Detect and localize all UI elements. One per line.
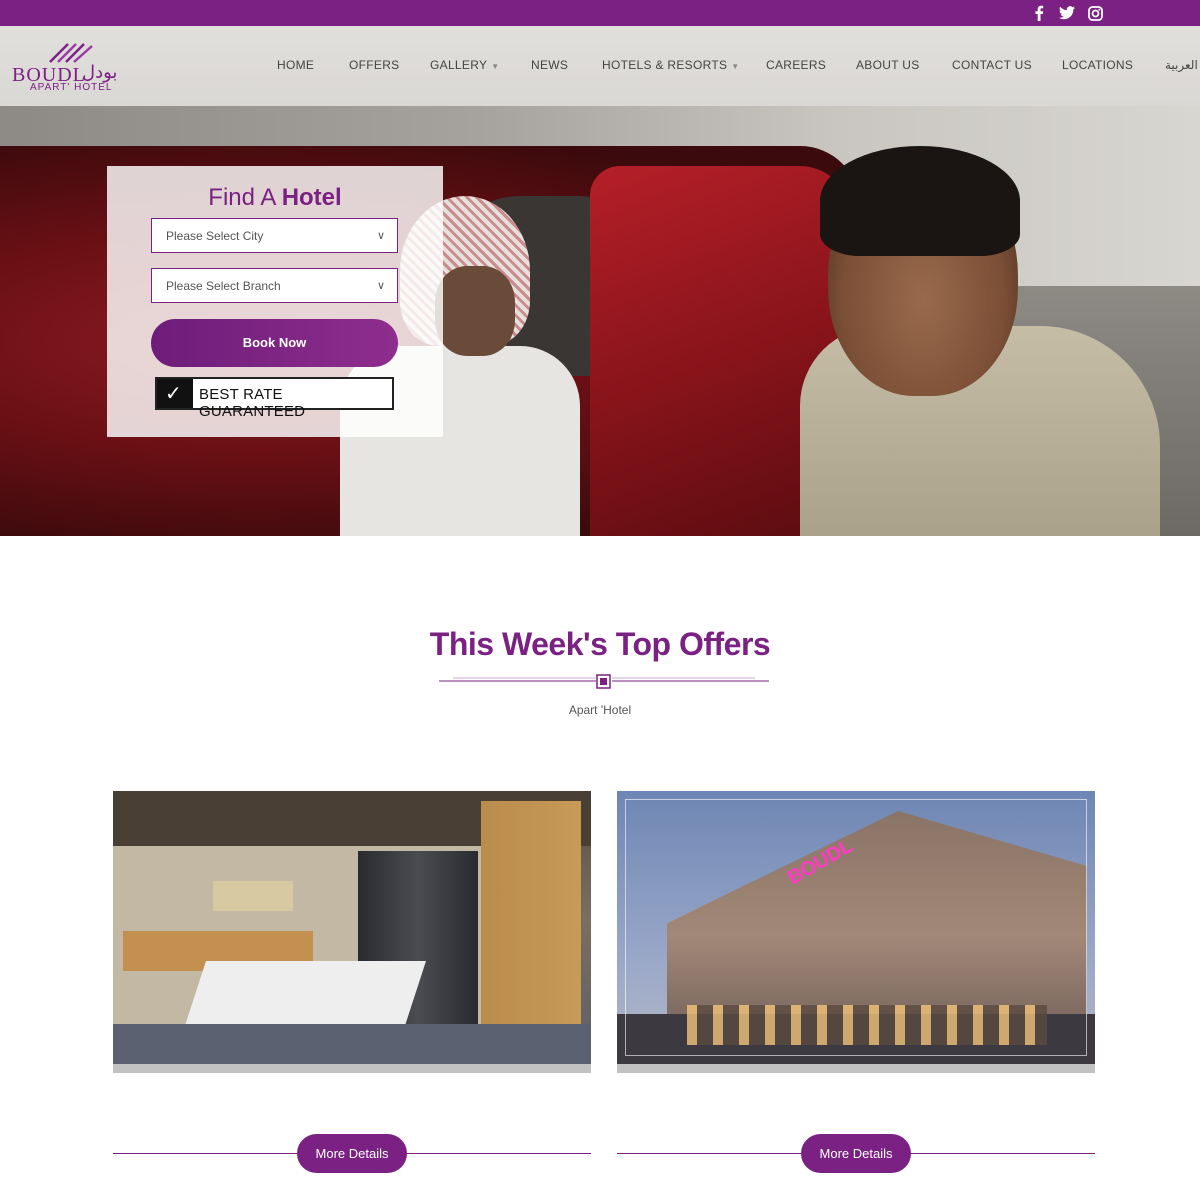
facebook-icon[interactable] xyxy=(1030,4,1048,22)
nav-offers[interactable]: OFFERS xyxy=(349,58,399,72)
nav-label: LOCATIONS xyxy=(1062,58,1134,72)
nav-label: HOME xyxy=(277,58,315,72)
checkmark-icon xyxy=(157,379,193,408)
nav-label: NEWS xyxy=(531,58,569,72)
nav-locations[interactable]: LOCATIONS xyxy=(1062,58,1133,72)
best-rate-text: BEST RATE GUARANTEED xyxy=(199,386,306,420)
nav-home[interactable]: HOME xyxy=(277,58,314,72)
concierge-figure xyxy=(800,146,1160,536)
more-details-button[interactable]: More Details xyxy=(297,1134,407,1173)
title-bold: Top Offers xyxy=(615,626,771,662)
more-details-button[interactable]: More Details xyxy=(801,1134,911,1173)
branch-select[interactable]: Please Select Branch ∨ xyxy=(151,268,398,303)
hotel-room-photo xyxy=(113,791,591,1073)
offer-card-room[interactable] xyxy=(113,791,591,1073)
brand-tagline: APART' HOTEL xyxy=(30,82,113,93)
nav-contact-us[interactable]: CONTACT US xyxy=(952,58,1032,72)
nav-label: CAREERS xyxy=(766,58,827,72)
find-hotel-title: Find A Hotel xyxy=(107,184,443,212)
nav-gallery[interactable]: GALLERY ▼ xyxy=(430,58,499,72)
chevron-down-icon: ∨ xyxy=(376,230,385,242)
nav-careers[interactable]: CAREERS xyxy=(766,58,826,72)
best-rate-badge: BEST RATE GUARANTEED xyxy=(155,377,394,420)
nav-arabic-language[interactable]: العربية xyxy=(1165,58,1198,72)
city-select[interactable]: Please Select City ∨ xyxy=(151,218,398,253)
branch-select-value: Please Select Branch xyxy=(166,279,281,293)
chevron-down-icon: ∨ xyxy=(376,280,385,292)
nav-label: العربية xyxy=(1165,58,1198,72)
nav-about-us[interactable]: ABOUT US xyxy=(856,58,920,72)
twitter-icon[interactable] xyxy=(1058,4,1076,22)
social-links xyxy=(1030,4,1104,22)
top-bar xyxy=(0,0,1200,26)
city-select-value: Please Select City xyxy=(166,229,264,243)
find-hotel-panel: Find A Hotel Please Select City ∨ Please… xyxy=(107,166,443,437)
offers-title: This Week's Top Offers xyxy=(0,626,1200,663)
book-now-button[interactable]: Book Now xyxy=(151,319,398,367)
nav-label: ABOUT US xyxy=(856,58,920,72)
nav-label: CONTACT US xyxy=(952,58,1032,72)
ornament-divider xyxy=(439,674,769,689)
nav-label: HOTELS & RESORTS xyxy=(602,58,728,72)
nav-hotels-resorts[interactable]: HOTELS & RESORTS ▼ xyxy=(602,58,740,72)
title-light: This Week's xyxy=(429,626,608,662)
chevron-down-icon: ▼ xyxy=(731,62,740,71)
offer-card-building[interactable]: BOUDL xyxy=(617,791,1095,1073)
title-light: Find A xyxy=(208,184,276,211)
nav-label: GALLERY xyxy=(430,58,488,72)
nav-label: OFFERS xyxy=(349,58,400,72)
chevron-down-icon: ▼ xyxy=(491,62,500,71)
hotel-building-photo: BOUDL xyxy=(617,791,1095,1073)
title-bold: Hotel xyxy=(281,184,342,211)
nav-news[interactable]: NEWS xyxy=(531,58,568,72)
offers-subtitle: Apart 'Hotel xyxy=(568,703,632,717)
instagram-icon[interactable] xyxy=(1086,4,1104,22)
main-nav: HOME OFFERS GALLERY ▼ NEWS HOTELS & RESOR… xyxy=(0,58,1200,76)
